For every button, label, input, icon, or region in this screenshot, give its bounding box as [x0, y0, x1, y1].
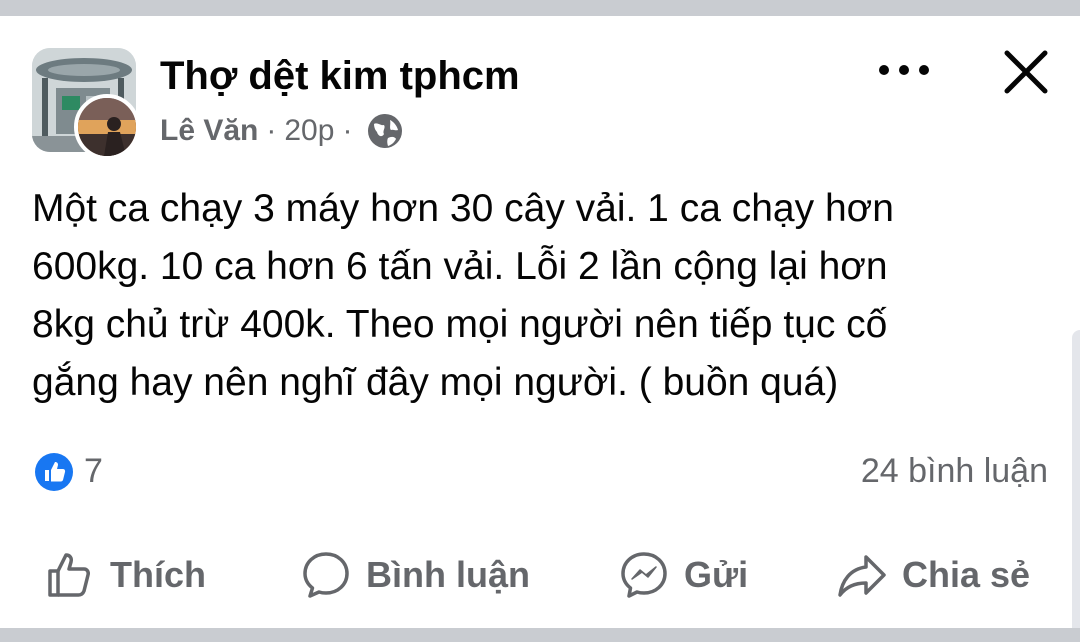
reaction-count[interactable]: 7 [84, 452, 103, 491]
top-divider [0, 0, 1080, 16]
like-label: Thích [110, 554, 206, 595]
post-body-text: Một ca chạy 3 máy hơn 30 cây vải. 1 ca c… [32, 187, 894, 404]
post-meta: Lê Văn · 20p · [160, 112, 404, 150]
messenger-icon [618, 549, 670, 601]
send-label: Gửi [684, 554, 749, 595]
meta-separator: · [342, 114, 353, 147]
share-icon [836, 549, 888, 601]
post-time[interactable]: 20p [284, 114, 334, 148]
more-options-button[interactable] [874, 50, 934, 90]
avatar-group[interactable] [32, 48, 142, 160]
share-button[interactable]: Chia sẻ [836, 540, 1030, 610]
user-avatar[interactable] [74, 94, 140, 160]
group-name[interactable]: Thợ dệt kim tphcm [160, 54, 520, 99]
user-avatar-image [78, 98, 136, 156]
close-icon [1004, 50, 1048, 94]
reactions-bar: 7 24 bình luận [32, 448, 1048, 498]
globe-icon[interactable] [366, 112, 404, 150]
like-button[interactable]: Thích [44, 540, 206, 610]
facebook-post-screen: Thợ dệt kim tphcm Lê Văn · 20p · Một ca … [0, 0, 1080, 642]
right-edge-panel [1072, 330, 1080, 628]
thumbs-up-icon [44, 549, 96, 601]
comment-label: Bình luận [366, 554, 530, 595]
comment-icon [300, 549, 352, 601]
bottom-divider [0, 628, 1080, 642]
post-header: Thợ dệt kim tphcm Lê Văn · 20p · [32, 44, 1052, 160]
comment-count[interactable]: 24 bình luận [861, 452, 1048, 491]
comment-button[interactable]: Bình luận [300, 540, 530, 610]
author-name[interactable]: Lê Văn [160, 114, 258, 148]
meta-separator: · [266, 114, 277, 147]
share-label: Chia sẻ [902, 554, 1031, 595]
action-bar: Thích Bình luận Gửi Chia sẻ [0, 540, 1080, 610]
like-reaction-icon[interactable] [34, 452, 74, 492]
close-button[interactable] [998, 44, 1054, 100]
send-button[interactable]: Gửi [618, 540, 748, 610]
more-horizontal-icon [879, 65, 929, 75]
